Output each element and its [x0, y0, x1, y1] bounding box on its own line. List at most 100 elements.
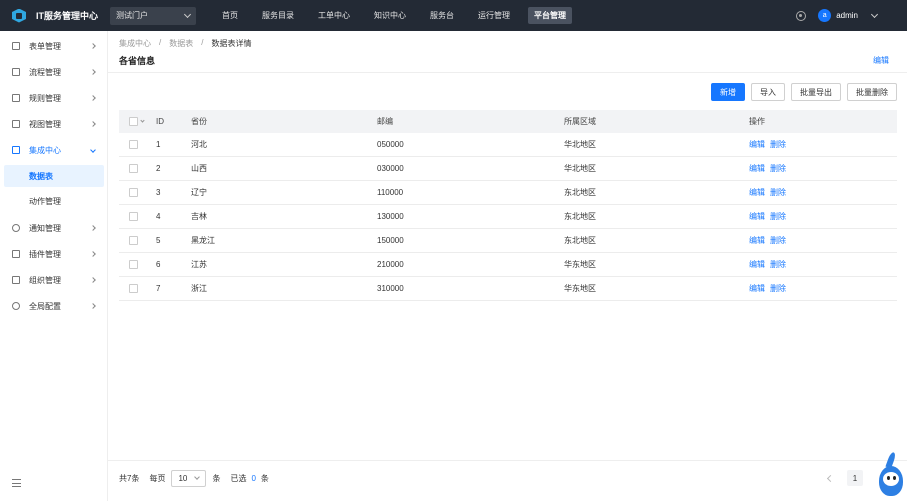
chevron-down-icon — [183, 10, 192, 18]
avatar[interactable]: a — [818, 9, 832, 22]
cell-id: 4 — [156, 212, 161, 221]
row-checkbox[interactable] — [129, 164, 138, 173]
row-checkbox[interactable] — [129, 284, 138, 293]
sidebar-item-form-management[interactable]: 表单管理 — [0, 34, 107, 58]
row-checkbox[interactable] — [129, 236, 138, 245]
page-size-select[interactable]: 10 — [171, 469, 207, 487]
logo-icon — [12, 8, 26, 23]
row-edit-link[interactable]: 编辑 — [749, 212, 765, 221]
sidebar-item-label: 表单管理 — [29, 41, 61, 51]
sidebar-subitem-action-management[interactable]: 动作管理 — [4, 190, 104, 212]
row-checkbox[interactable] — [129, 260, 138, 269]
cell-region: 东北地区 — [564, 236, 596, 245]
table-row: 1 河北 050000 华北地区 编辑 删除 — [119, 133, 897, 157]
import-button[interactable]: 导入 — [751, 83, 785, 101]
batch-delete-button[interactable]: 批量删除 — [847, 83, 897, 101]
sidebar-item-view-management[interactable]: 视图管理 — [0, 112, 107, 136]
row-delete-link[interactable]: 删除 — [770, 284, 786, 293]
row-delete-link[interactable]: 删除 — [770, 236, 786, 245]
cell-ops: 编辑 删除 — [749, 283, 791, 294]
cell-ops: 编辑 删除 — [749, 211, 791, 222]
sidebar-item-rule-management[interactable]: 规则管理 — [0, 86, 107, 110]
table-row: 5 黑龙江 150000 东北地区 编辑 删除 — [119, 229, 897, 253]
portal-select-value: 测试门户 — [116, 11, 148, 20]
cell-zip: 030000 — [377, 164, 404, 173]
cell-region: 华北地区 — [564, 164, 596, 173]
cell-province: 浙江 — [191, 284, 207, 293]
nav-item-ticket-center[interactable]: 工单中心 — [312, 7, 356, 24]
gear-icon[interactable] — [796, 10, 807, 21]
username[interactable]: admin — [836, 11, 858, 20]
cell-province: 山西 — [191, 164, 207, 173]
breadcrumb-item-integration-center[interactable]: 集成中心 — [119, 38, 151, 49]
cell-region: 华北地区 — [564, 140, 596, 149]
chevron-down-icon[interactable] — [140, 118, 145, 123]
column-header-region: 所属区域 — [564, 117, 596, 126]
row-edit-link[interactable]: 编辑 — [749, 236, 765, 245]
chevron-right-icon — [90, 225, 96, 231]
view-icon — [12, 120, 20, 128]
cell-province: 河北 — [191, 140, 207, 149]
page-size-value: 10 — [178, 473, 188, 483]
cell-id: 1 — [156, 140, 161, 149]
nav-item-operations[interactable]: 运行管理 — [472, 7, 516, 24]
nav-item-platform-admin[interactable]: 平台管理 — [528, 7, 572, 24]
chevron-right-icon — [90, 95, 96, 101]
table-row: 3 辽宁 110000 东北地区 编辑 删除 — [119, 181, 897, 205]
cell-zip: 130000 — [377, 212, 404, 221]
sidebar-item-integration-center[interactable]: 集成中心 — [0, 138, 107, 162]
sidebar-item-org-management[interactable]: 组织管理 — [0, 268, 107, 292]
row-edit-link[interactable]: 编辑 — [749, 164, 765, 173]
form-icon — [12, 42, 20, 50]
row-delete-link[interactable]: 删除 — [770, 164, 786, 173]
row-checkbox[interactable] — [129, 188, 138, 197]
row-checkbox[interactable] — [129, 140, 138, 149]
page-number-current[interactable]: 1 — [847, 470, 863, 486]
main-content: 集成中心 / 数据表 / 数据表详情 各省信息 编辑 新增 导入 批量导出 批量… — [108, 31, 907, 501]
edit-table-link[interactable]: 编辑 — [873, 55, 889, 66]
row-edit-link[interactable]: 编辑 — [749, 140, 765, 149]
cell-ops: 编辑 删除 — [749, 187, 791, 198]
sidebar-subitem-data-table[interactable]: 数据表 — [4, 165, 104, 187]
column-header-id: ID — [156, 117, 164, 126]
select-all-checkbox[interactable] — [129, 117, 138, 126]
top-nav: 首页 服务目录 工单中心 知识中心 服务台 运行管理 平台管理 — [216, 0, 584, 31]
batch-export-button[interactable]: 批量导出 — [791, 83, 841, 101]
cell-id: 6 — [156, 260, 161, 269]
sidebar-item-label: 流程管理 — [29, 67, 61, 77]
portal-select[interactable]: 测试门户 — [110, 6, 196, 25]
chevron-right-icon — [90, 43, 96, 49]
selected-count: 0 — [251, 473, 256, 483]
column-header-ops: 操作 — [749, 117, 765, 126]
total-count: 共7条 — [119, 473, 140, 483]
row-edit-link[interactable]: 编辑 — [749, 188, 765, 197]
cell-region: 东北地区 — [564, 188, 596, 197]
page-title: 各省信息 — [119, 56, 156, 66]
nav-item-home[interactable]: 首页 — [216, 7, 244, 24]
row-edit-link[interactable]: 编辑 — [749, 284, 765, 293]
chevron-down-icon[interactable] — [870, 10, 879, 18]
row-delete-link[interactable]: 删除 — [770, 260, 786, 269]
nav-item-service-catalog[interactable]: 服务目录 — [256, 7, 300, 24]
chevron-left-icon[interactable] — [826, 474, 835, 482]
nav-item-service-desk[interactable]: 服务台 — [424, 7, 460, 24]
row-delete-link[interactable]: 删除 — [770, 140, 786, 149]
row-checkbox[interactable] — [129, 212, 138, 221]
sidebar-item-notification-management[interactable]: 通知管理 — [0, 216, 107, 240]
sidebar-item-flow-management[interactable]: 流程管理 — [0, 60, 107, 84]
sidebar-item-global-config[interactable]: 全局配置 — [0, 294, 107, 318]
add-button[interactable]: 新增 — [711, 83, 745, 101]
collapse-sidebar-icon[interactable] — [12, 479, 21, 487]
top-bar: IT服务管理中心 测试门户 首页 服务目录 工单中心 知识中心 服务台 运行管理… — [0, 0, 907, 31]
cell-region: 华东地区 — [564, 260, 596, 269]
sidebar-item-label: 视图管理 — [29, 119, 61, 129]
assistant-mascot-icon[interactable] — [876, 451, 906, 498]
rule-icon — [12, 94, 20, 102]
row-edit-link[interactable]: 编辑 — [749, 260, 765, 269]
nav-item-knowledge-center[interactable]: 知识中心 — [368, 7, 412, 24]
row-delete-link[interactable]: 删除 — [770, 212, 786, 221]
sidebar-item-plugin-management[interactable]: 插件管理 — [0, 242, 107, 266]
data-table: ID 省份 邮编 所属区域 操作 1 河北 050000 华北地区 编辑 删除 2… — [119, 110, 897, 301]
row-delete-link[interactable]: 删除 — [770, 188, 786, 197]
breadcrumb-item-data-table[interactable]: 数据表 — [169, 38, 193, 49]
